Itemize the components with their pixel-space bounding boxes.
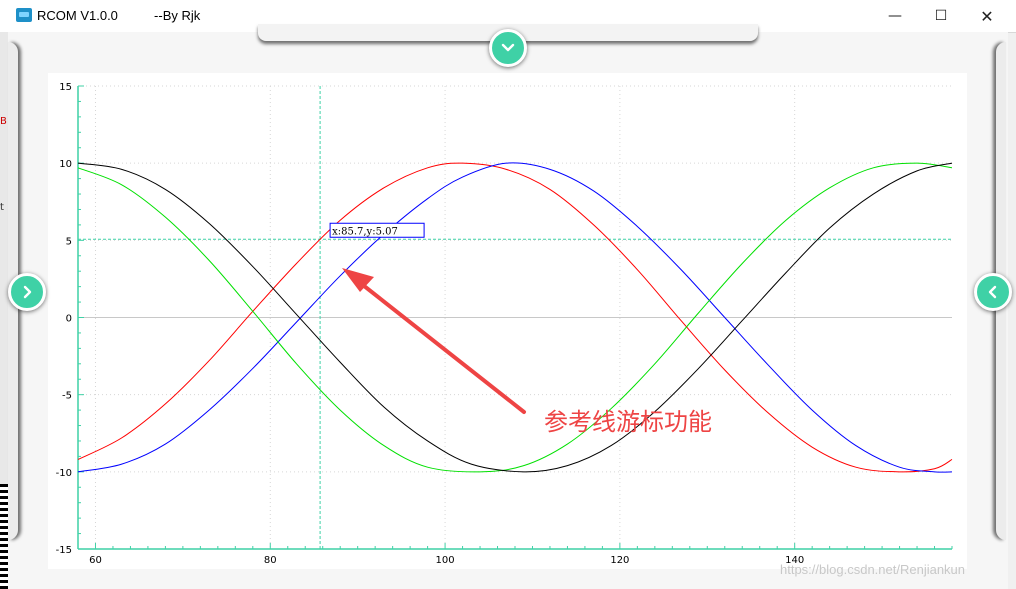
x-tick-label: 100 (436, 555, 455, 566)
chevron-down-icon (501, 43, 515, 52)
cursor-label-text: x:85.7,y:5.07 (332, 226, 398, 237)
line-chart: 151050-5-10-1560 80 100 120 140x:85.7,y:5.07… (56, 82, 953, 566)
y-tick-label: 5 (66, 236, 72, 247)
y-tick-label: 0 (66, 314, 72, 325)
watermark-text: https://blog.csdn.net/Renjiankun (780, 562, 966, 577)
maximize-button[interactable]: ☐ (918, 0, 964, 32)
y-tick-label: -10 (56, 468, 72, 479)
left-drawer-toggle-button[interactable] (8, 273, 46, 311)
y-tick-label: 15 (59, 82, 72, 93)
y-tick-label: -5 (62, 391, 72, 402)
annotation-arrow-shaft (352, 276, 526, 414)
plot-area[interactable]: 15 10 5 0 -5 -10 -15 60 80 100 120 140 x:85.7,y:5.07… (48, 73, 967, 569)
right-drawer-toggle-button[interactable] (974, 273, 1012, 311)
app-icon (16, 8, 32, 22)
edge-text-middle: t (0, 202, 4, 213)
x-tick-label: 120 (610, 555, 629, 566)
y-tick-label: 10 (59, 159, 72, 170)
window-title: RCOM V1.0.0 --By Rjk (37, 8, 201, 23)
x-tick-label: 60 (89, 555, 102, 566)
minimize-button[interactable]: — (872, 0, 918, 32)
top-drawer-toggle-button[interactable] (489, 29, 527, 67)
x-tick-label: 80 (264, 555, 277, 566)
chevron-right-icon (23, 285, 32, 299)
chevron-left-icon (988, 285, 997, 299)
close-button[interactable]: ✕ (964, 0, 1010, 32)
annotation-text: 参考线游标功能 (544, 408, 712, 436)
y-tick-label: -15 (56, 545, 72, 556)
edge-text-top: B (0, 116, 7, 127)
qr-code-fragment (0, 484, 8, 589)
background-window-edge: B t (0, 32, 8, 589)
